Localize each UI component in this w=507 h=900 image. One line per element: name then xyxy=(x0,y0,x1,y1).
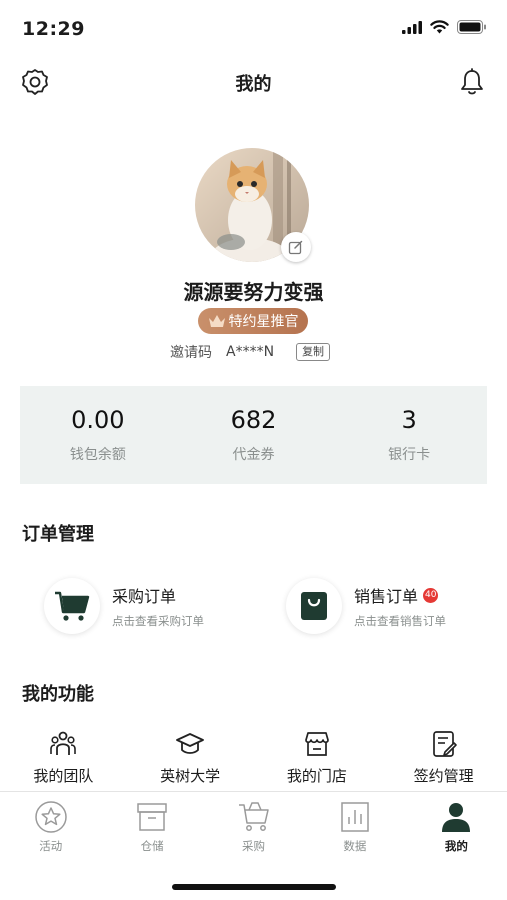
order-title: 销售订单 40 xyxy=(354,583,446,607)
tab-label: 数据 xyxy=(343,839,367,853)
crown-icon xyxy=(208,315,225,327)
stat-wallet-balance[interactable]: 0.00 钱包余额 xyxy=(20,386,176,484)
page-title: 我的 xyxy=(235,74,272,95)
order-subtitle: 点击查看采购订单 xyxy=(112,614,204,628)
invite-label: 邀请码 xyxy=(170,345,212,361)
wifi-icon xyxy=(430,20,449,34)
home-indicator xyxy=(172,884,336,890)
function-my-team[interactable]: 我的团队 xyxy=(0,730,127,786)
function-contract-management[interactable]: 签约管理 xyxy=(380,730,507,786)
stat-value: 682 xyxy=(230,406,277,434)
order-subtitle: 点击查看销售订单 xyxy=(354,614,446,628)
status-icons xyxy=(402,20,487,34)
function-label: 我的门店 xyxy=(286,767,347,785)
warehouse-icon xyxy=(137,803,167,831)
signal-icon xyxy=(402,20,422,34)
tab-label: 活动 xyxy=(39,839,63,853)
status-bar: 12:29 xyxy=(0,0,507,58)
cart-icon xyxy=(55,591,90,621)
star-icon xyxy=(34,801,67,833)
badge-label: 特约星推官 xyxy=(228,314,299,330)
stats-card: 0.00 钱包余额 682 代金券 3 银行卡 xyxy=(20,386,487,484)
invite-code: A****N xyxy=(226,344,275,360)
graduation-cap-icon xyxy=(176,733,205,754)
tab-label: 采购 xyxy=(242,839,266,853)
tab-purchase[interactable]: 采购 xyxy=(203,800,304,854)
order-title-text: 销售订单 xyxy=(354,587,419,606)
nav-bar: 我的 xyxy=(0,58,507,108)
battery-icon xyxy=(457,20,486,34)
functions-row: 我的团队 英树大学 我的门店 签约管理 xyxy=(0,730,507,786)
stat-vouchers[interactable]: 682 代金券 xyxy=(176,386,332,484)
team-icon xyxy=(50,731,77,755)
function-label: 我的团队 xyxy=(33,767,94,785)
edit-icon xyxy=(288,240,303,255)
function-label: 签约管理 xyxy=(413,767,474,785)
functions-section-title: 我的功能 xyxy=(22,684,94,705)
chart-icon xyxy=(341,802,369,832)
edit-avatar-button[interactable] xyxy=(281,232,311,262)
tab-label: 仓储 xyxy=(140,839,164,853)
store-icon xyxy=(305,732,329,756)
copy-button[interactable]: 复制 xyxy=(296,343,331,361)
invite-row: 邀请码 A****N 复制 xyxy=(170,342,331,362)
tab-mine[interactable]: 我的 xyxy=(406,800,507,854)
stat-label: 代金券 xyxy=(232,447,275,463)
tab-warehouse[interactable]: 仓储 xyxy=(101,800,202,854)
function-my-store[interactable]: 我的门店 xyxy=(254,730,381,786)
tab-label: 我的 xyxy=(444,839,468,853)
order-title-text: 采购订单 xyxy=(112,587,177,606)
avatar[interactable] xyxy=(195,148,311,264)
tab-data[interactable]: 数据 xyxy=(304,800,405,854)
stat-label: 银行卡 xyxy=(388,447,431,463)
purchase-orders-item[interactable]: 采购订单 点击查看采购订单 xyxy=(44,578,204,634)
function-label: 英树大学 xyxy=(160,767,221,785)
contract-icon xyxy=(432,731,457,757)
orders-section-title: 订单管理 xyxy=(22,524,94,545)
person-icon xyxy=(442,803,471,832)
status-time: 12:29 xyxy=(22,18,85,40)
bell-icon[interactable] xyxy=(457,67,487,97)
status-badge: 特约星推官 xyxy=(198,308,308,334)
order-title: 采购订单 xyxy=(112,583,204,607)
stat-value: 0.00 xyxy=(71,406,125,434)
stat-label: 钱包余额 xyxy=(69,447,126,463)
order-icon-wrap xyxy=(44,578,100,634)
function-university[interactable]: 英树大学 xyxy=(127,730,254,786)
cart-icon xyxy=(238,802,269,831)
shopping-bag-icon xyxy=(301,592,327,620)
notification-badge: 40 xyxy=(423,587,439,603)
tab-activity[interactable]: 活动 xyxy=(0,800,101,854)
stat-bank-cards[interactable]: 3 银行卡 xyxy=(331,386,487,484)
sales-orders-item[interactable]: 销售订单 40 点击查看销售订单 xyxy=(286,578,446,634)
username: 源源要努力变强 xyxy=(183,280,324,304)
tab-bar: 活动 仓储 采购 数据 我的 xyxy=(0,791,507,900)
stat-value: 3 xyxy=(401,406,417,434)
order-icon-wrap xyxy=(286,578,342,634)
